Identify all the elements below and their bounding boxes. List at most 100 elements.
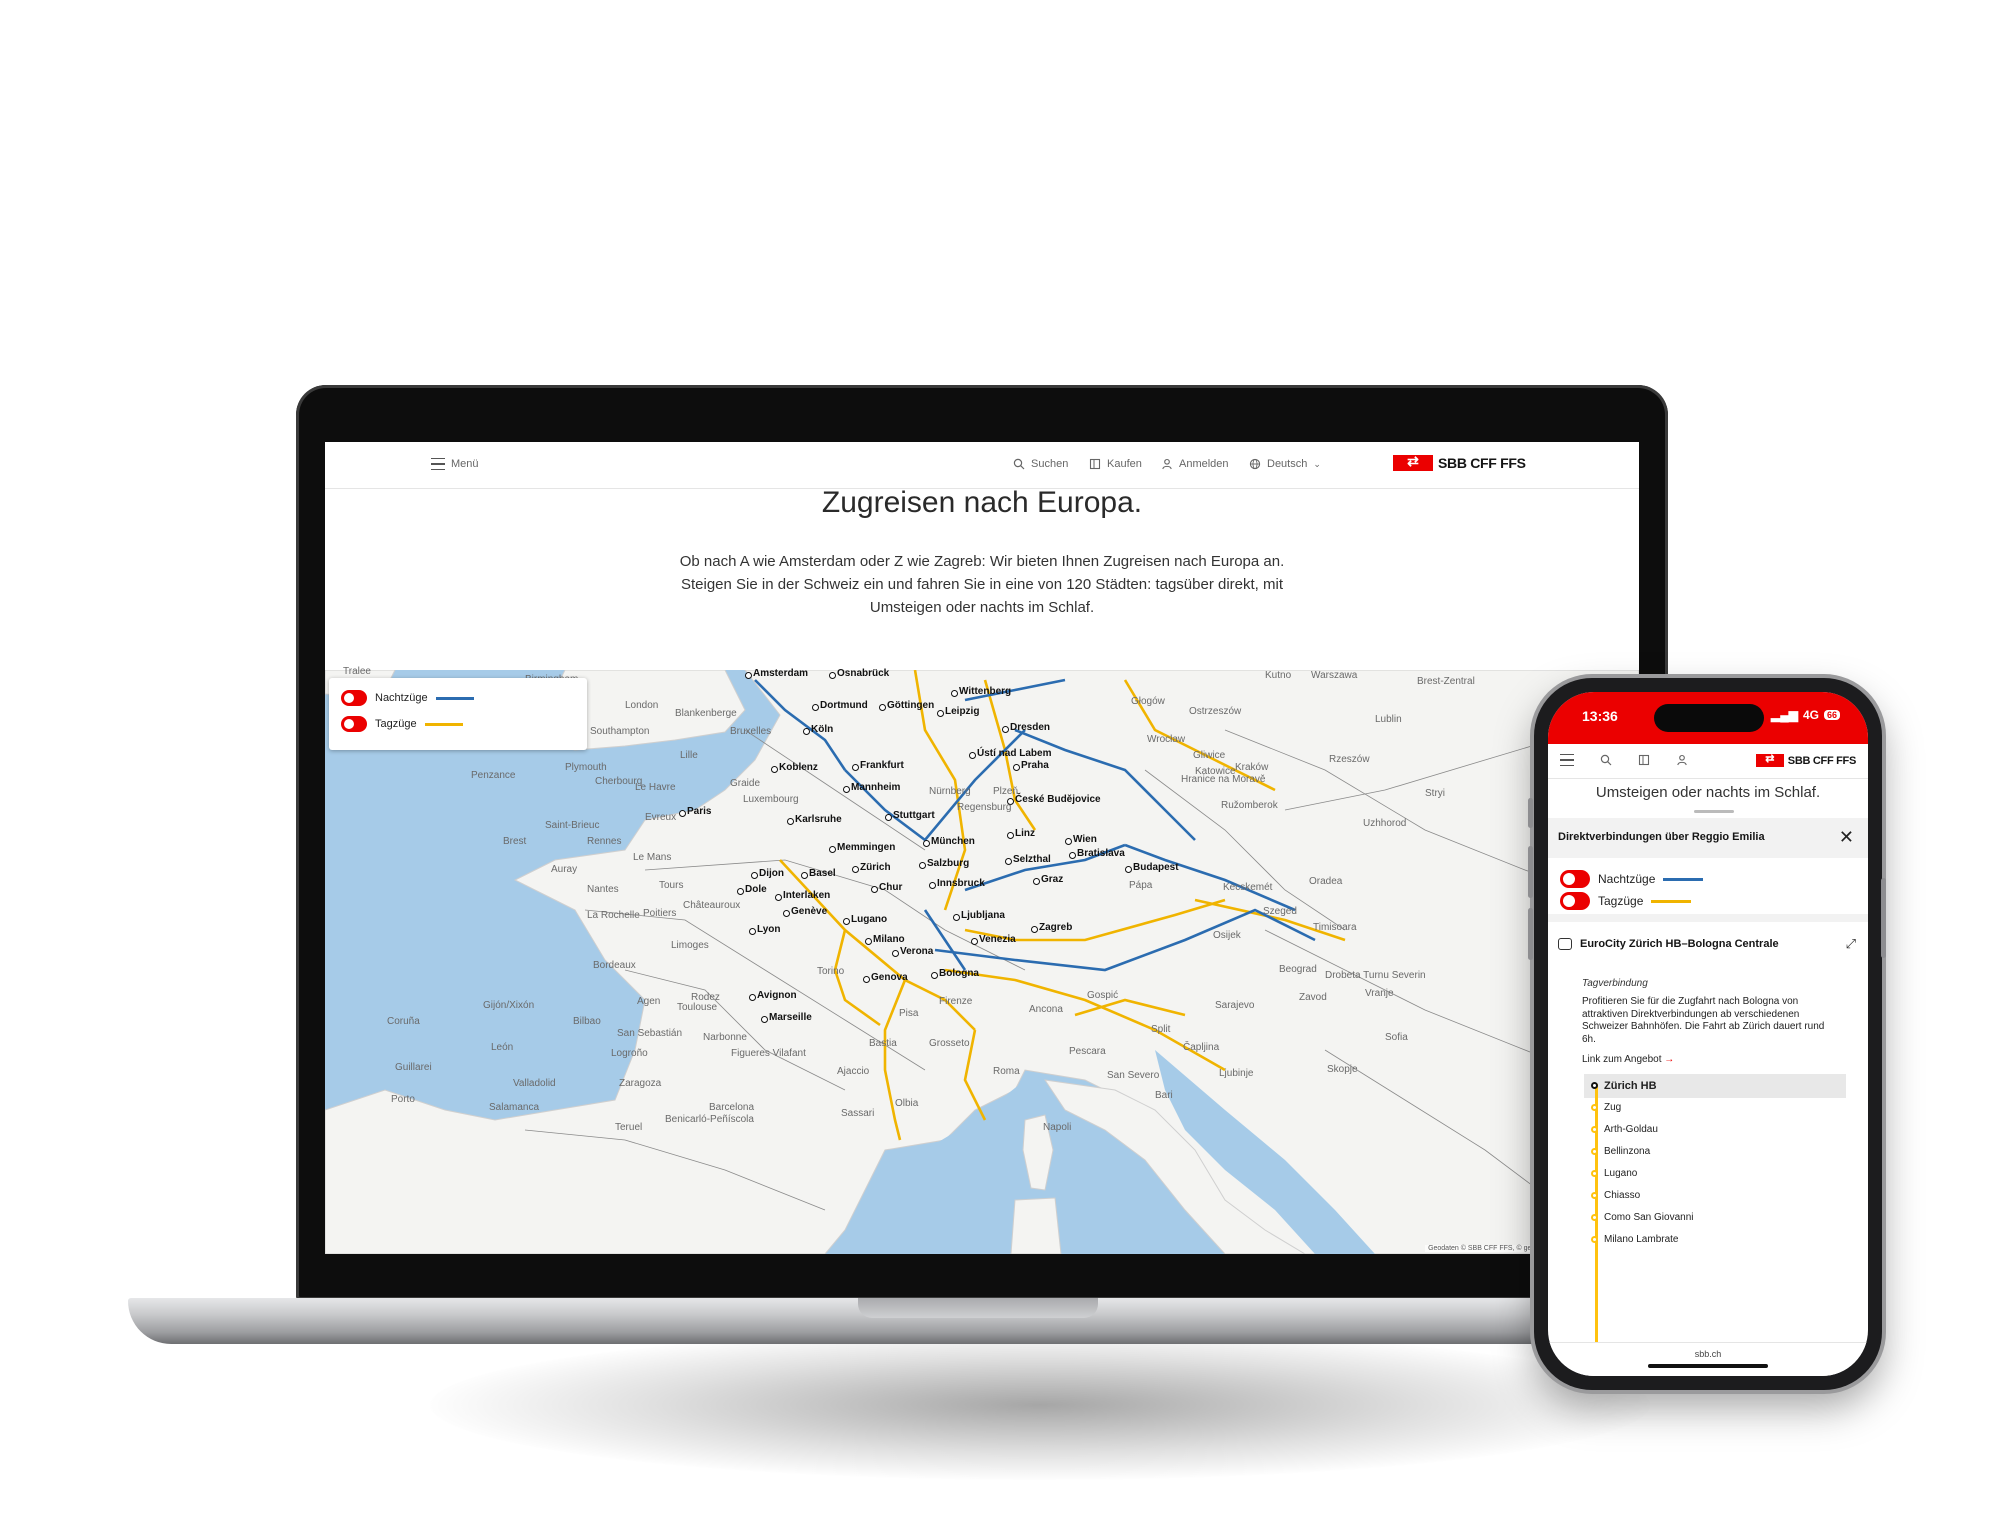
- login-button[interactable]: Anmelden: [1161, 458, 1229, 470]
- search-icon[interactable]: [1600, 754, 1612, 766]
- city-marker[interactable]: [879, 704, 886, 711]
- city-marker[interactable]: [1013, 764, 1020, 771]
- city-marker[interactable]: [843, 786, 850, 793]
- home-indicator[interactable]: [1648, 1364, 1768, 1368]
- city-label[interactable]: Basel: [809, 868, 836, 879]
- city-marker[interactable]: [761, 1016, 768, 1023]
- city-marker[interactable]: [1002, 726, 1009, 733]
- browser-url-bar[interactable]: sbb.ch: [1548, 1342, 1868, 1376]
- city-label[interactable]: Praha: [1021, 760, 1049, 771]
- sheet-drag-handle[interactable]: [1694, 810, 1734, 813]
- city-label[interactable]: Leipzig: [945, 706, 979, 717]
- city-label[interactable]: Innsbruck: [937, 878, 985, 889]
- night-trains-toggle[interactable]: [341, 690, 367, 706]
- city-marker[interactable]: [829, 846, 836, 853]
- city-label[interactable]: Linz: [1015, 828, 1035, 839]
- city-marker[interactable]: [931, 972, 938, 979]
- city-label[interactable]: Lyon: [757, 924, 781, 935]
- city-label[interactable]: Zagreb: [1039, 922, 1072, 933]
- city-label[interactable]: Graz: [1041, 874, 1063, 885]
- offer-link[interactable]: Link zum Angebot →: [1582, 1054, 1674, 1065]
- city-marker[interactable]: [783, 910, 790, 917]
- city-marker[interactable]: [923, 840, 930, 847]
- city-marker[interactable]: [1125, 866, 1132, 873]
- city-label[interactable]: Dresden: [1010, 722, 1050, 733]
- city-label[interactable]: Wittenberg: [959, 686, 1011, 697]
- city-marker[interactable]: [951, 690, 958, 697]
- city-marker[interactable]: [803, 728, 810, 735]
- city-label[interactable]: Wien: [1073, 834, 1097, 845]
- sbb-logo[interactable]: SBB CFF FFS: [1393, 453, 1526, 471]
- city-marker[interactable]: [929, 882, 936, 889]
- city-label[interactable]: Memmingen: [837, 842, 895, 853]
- user-icon[interactable]: [1676, 754, 1688, 766]
- city-label[interactable]: Verona: [900, 946, 933, 957]
- language-select[interactable]: Deutsch ⌄: [1249, 458, 1321, 470]
- city-label[interactable]: Interlaken: [783, 890, 830, 901]
- city-marker[interactable]: [1007, 832, 1014, 839]
- city-label[interactable]: Budapest: [1133, 862, 1179, 873]
- city-label[interactable]: Dortmund: [820, 700, 868, 711]
- city-label[interactable]: Paris: [687, 806, 711, 817]
- city-label[interactable]: Bologna: [939, 968, 979, 979]
- city-marker[interactable]: [812, 704, 819, 711]
- city-marker[interactable]: [1069, 852, 1076, 859]
- city-label[interactable]: Frankfurt: [860, 760, 904, 771]
- city-marker[interactable]: [1005, 858, 1012, 865]
- city-label[interactable]: Dijon: [759, 868, 784, 879]
- city-label[interactable]: Göttingen: [887, 700, 934, 711]
- city-label[interactable]: Amsterdam: [753, 668, 808, 679]
- city-label[interactable]: Lugano: [851, 914, 887, 925]
- city-label[interactable]: Köln: [811, 724, 833, 735]
- city-marker[interactable]: [771, 766, 778, 773]
- city-label[interactable]: Genève: [791, 906, 827, 917]
- city-marker[interactable]: [852, 764, 859, 771]
- city-marker[interactable]: [749, 994, 756, 1001]
- city-label[interactable]: Koblenz: [779, 762, 818, 773]
- city-marker[interactable]: [801, 872, 808, 879]
- day-trains-toggle[interactable]: [341, 716, 367, 732]
- city-label[interactable]: Osnabrück: [837, 668, 889, 679]
- city-marker[interactable]: [1065, 838, 1072, 845]
- city-marker[interactable]: [919, 862, 926, 869]
- city-marker[interactable]: [852, 866, 859, 873]
- city-label[interactable]: Marseille: [769, 1012, 812, 1023]
- night-trains-toggle[interactable]: [1560, 870, 1590, 888]
- city-label[interactable]: Mannheim: [851, 782, 900, 793]
- city-marker[interactable]: [787, 818, 794, 825]
- buy-button[interactable]: Kaufen: [1089, 458, 1142, 470]
- close-icon[interactable]: ✕: [1839, 827, 1854, 848]
- city-label[interactable]: Chur: [879, 882, 902, 893]
- city-marker[interactable]: [829, 672, 836, 679]
- city-marker[interactable]: [871, 886, 878, 893]
- city-marker[interactable]: [737, 888, 744, 895]
- city-label[interactable]: České Budějovice: [1015, 794, 1101, 805]
- city-label[interactable]: Ústí nad Labem: [977, 748, 1051, 759]
- city-marker[interactable]: [937, 710, 944, 717]
- day-trains-toggle[interactable]: [1560, 892, 1590, 910]
- hamburger-icon[interactable]: [1560, 754, 1574, 766]
- city-label[interactable]: Ljubljana: [961, 910, 1005, 921]
- menu-button[interactable]: Menü: [431, 458, 479, 470]
- city-marker[interactable]: [1033, 878, 1040, 885]
- city-marker[interactable]: [751, 872, 758, 879]
- city-marker[interactable]: [863, 976, 870, 983]
- city-marker[interactable]: [843, 918, 850, 925]
- city-label[interactable]: Selzthal: [1013, 854, 1051, 865]
- city-label[interactable]: Dole: [745, 884, 767, 895]
- city-marker[interactable]: [885, 814, 892, 821]
- city-label[interactable]: Milano: [873, 934, 905, 945]
- city-label[interactable]: Zürich: [860, 862, 891, 873]
- city-marker[interactable]: [969, 752, 976, 759]
- city-label[interactable]: Stuttgart: [893, 810, 935, 821]
- ticket-icon[interactable]: [1638, 754, 1650, 766]
- city-label[interactable]: Venezia: [979, 934, 1016, 945]
- city-marker[interactable]: [892, 950, 899, 957]
- city-marker[interactable]: [745, 672, 752, 679]
- city-label[interactable]: München: [931, 836, 975, 847]
- city-label[interactable]: Genova: [871, 972, 908, 983]
- network-map[interactable]: Amsterdam Osnabrück Dortmund Göttingen Witte…: [325, 666, 1639, 1254]
- city-marker[interactable]: [971, 938, 978, 945]
- city-marker[interactable]: [679, 810, 686, 817]
- sbb-logo[interactable]: SBB CFF FFS: [1755, 752, 1856, 767]
